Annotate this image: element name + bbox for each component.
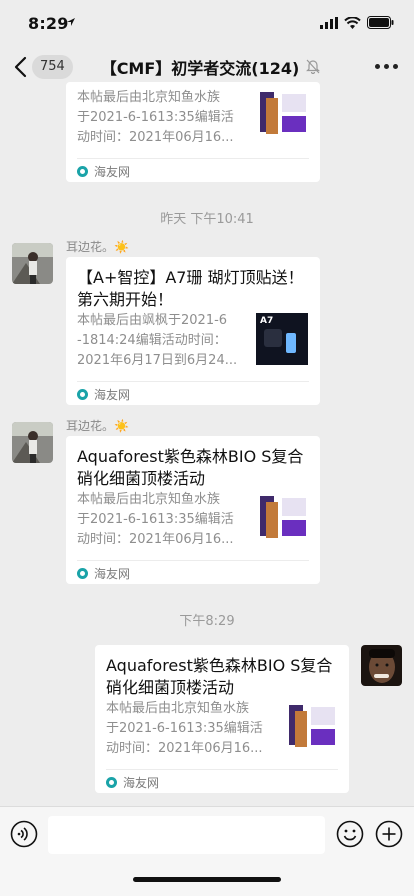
wifi-icon (344, 16, 361, 29)
card-thumbnail (256, 88, 308, 140)
dot-icon (384, 64, 389, 69)
sender-name: 耳边花。☀️ (66, 240, 129, 254)
more-options-button[interactable] (375, 64, 398, 69)
location-arrow-icon (67, 18, 75, 26)
mute-bell-icon (306, 59, 320, 74)
sender-name: 耳边花。☀️ (66, 419, 129, 433)
battery-icon (367, 16, 394, 29)
haiyou-logo-icon (77, 568, 88, 579)
card-divider (77, 158, 309, 159)
dot-icon (375, 64, 380, 69)
more-actions-plus-button[interactable] (375, 820, 403, 848)
emoji-button[interactable] (336, 820, 364, 848)
card-title: 【A+智控】A7珊 瑚灯顶贴送！第六期开始！ (77, 268, 304, 309)
back-button[interactable] (12, 56, 30, 78)
link-card[interactable]: 【A+智控】A7珊 瑚灯顶贴送！第六期开始！ 本帖最后由飒枫于2021-6 -1… (66, 257, 320, 405)
dot-icon (393, 64, 398, 69)
unread-count-badge[interactable]: 754 (32, 55, 73, 79)
status-indicators (320, 16, 394, 29)
card-description: 本帖最后由北京知鱼水族 于2021-6-1613:35编辑活 动时间：2021年… (106, 701, 263, 756)
avatar[interactable] (12, 422, 53, 463)
avatar[interactable] (361, 645, 402, 686)
voice-input-button[interactable] (10, 820, 38, 848)
card-divider (77, 381, 309, 382)
card-divider (77, 560, 309, 561)
card-source: 海友网 (77, 565, 130, 582)
link-card[interactable]: Aquaforest紫色森林BIO S复合硝化细菌顶楼活动 本帖最后由北京知鱼水… (95, 645, 349, 793)
link-card[interactable]: 本帖最后由北京知鱼水族 于2021-6-1613:35编辑活 动时间：2021年… (66, 82, 320, 182)
card-title: Aquaforest紫色森林BIO S复合硝化细菌顶楼活动 (77, 447, 304, 488)
timestamp: 下午8:29 (179, 614, 235, 629)
avatar[interactable] (12, 243, 53, 284)
thumb-label: A7 (260, 316, 274, 326)
card-thumbnail (285, 701, 337, 753)
haiyou-logo-icon (77, 389, 88, 400)
message-text-field[interactable] (48, 816, 325, 854)
message-input-bar (0, 806, 414, 896)
card-title: Aquaforest紫色森林BIO S复合硝化细菌顶楼活动 (106, 656, 333, 697)
card-divider (106, 769, 338, 770)
card-description: 本帖最后由飒枫于2021-6 -1814:24编辑活动时间： 2021年6月17… (77, 313, 238, 368)
card-description: 本帖最后由北京知鱼水族 于2021-6-1613:35编辑活 动时间：2021年… (77, 90, 234, 145)
status-bar: 8:29 (0, 0, 414, 44)
card-source: 海友网 (77, 163, 130, 180)
card-source-label: 海友网 (94, 165, 131, 179)
home-indicator (133, 877, 281, 882)
card-thumbnail (256, 492, 308, 544)
card-description: 本帖最后由北京知鱼水族 于2021-6-1613:35编辑活 动时间：2021年… (77, 492, 234, 547)
card-source-label: 海友网 (123, 776, 160, 790)
card-source-label: 海友网 (94, 388, 131, 402)
card-source-label: 海友网 (94, 567, 131, 581)
haiyou-logo-icon (106, 777, 117, 788)
signal-icon (320, 16, 338, 29)
timestamp: 昨天 下午10:41 (160, 212, 254, 227)
status-time: 8:29 (28, 14, 69, 33)
card-source: 海友网 (106, 774, 159, 791)
card-source: 海友网 (77, 386, 130, 403)
card-thumbnail: A7 (256, 313, 308, 365)
haiyou-logo-icon (77, 166, 88, 177)
link-card[interactable]: Aquaforest紫色森林BIO S复合硝化细菌顶楼活动 本帖最后由北京知鱼水… (66, 436, 320, 584)
chat-title: 【CMF】初学者交流(124) (100, 59, 300, 78)
